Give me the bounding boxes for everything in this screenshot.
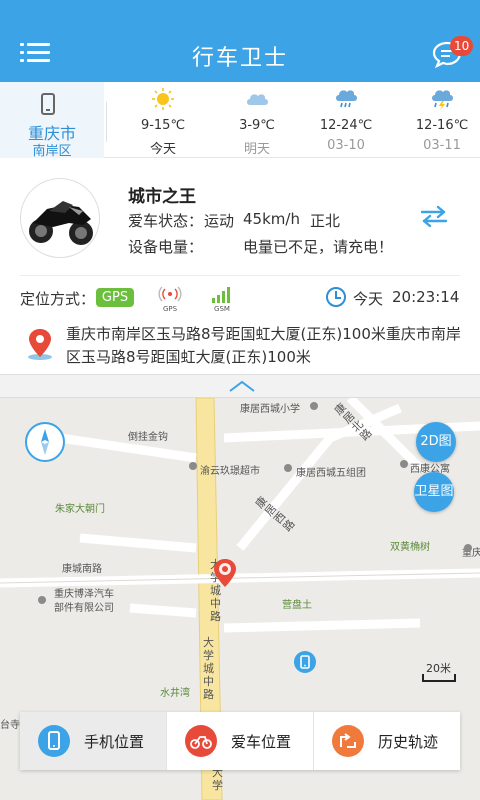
tab-label: 手机位置 [84,733,145,751]
weather-temp: 3-9℃ [239,118,275,133]
tab-label: 爱车位置 [231,733,292,751]
status-label: 爱车状态： [128,212,204,230]
city-selector[interactable]: 重庆市 南岸区 [0,82,104,159]
car-avatar[interactable] [20,178,100,258]
motorcycle-image [29,201,93,245]
location-time: 20:23:14 [392,288,460,306]
tab-history-track[interactable]: 历史轨迹 [314,712,460,770]
weather-temp: 12-24℃ [319,118,373,133]
gsm-signal-label: GSM [214,305,230,313]
compass-icon[interactable] [25,422,65,462]
tab-label: 历史轨迹 [378,733,439,751]
weather-day-4: 12-16℃ 03-11 [397,82,480,158]
battery-label: 设备电量： [128,238,204,256]
phone-icon [41,93,55,115]
status-mode: 运动 [204,212,235,230]
motorcycle-icon [185,725,217,757]
location-address: 重庆市南岸区玉马路8号距国虹大厦(正东)100米重庆市南岸区玉马路8号距国虹大厦… [66,325,461,366]
weather-date: 明天 [243,142,270,157]
weather-temp: 9-15℃ [140,118,186,133]
cloud-rain-icon [336,90,357,108]
direction-value: 正北 [310,212,341,230]
chevron-up-icon [229,380,255,392]
message-badge: 10 [450,36,474,56]
history-icon [332,725,364,757]
app-header: 行车卫士 10 [0,0,480,82]
weather-date: 03-11 [423,138,461,153]
map-2d-button[interactable]: 2D图 [416,422,456,462]
swap-icon[interactable] [420,205,448,227]
location-mode-label: 定位方式： [20,290,96,308]
weather-strip: 重庆市 南岸区 9-15℃ 今天 3-9℃ 明天 12-24℃ 03-10 12… [0,82,480,159]
location-pin-icon [28,329,52,360]
car-location-marker[interactable] [212,558,238,588]
divider [20,275,460,276]
sun-icon [152,88,174,110]
gsm-signal-icon: GSM [210,285,234,315]
gps-signal-icon: GPS [158,285,182,315]
battery-warning: 电量已不足，请充电！ [243,238,394,256]
weather-day-tomorrow: 3-9℃ 明天 [212,82,302,158]
page-title: 行车卫士 [191,46,288,71]
district-name: 南岸区 [32,144,72,159]
map-scale-bar [422,674,456,682]
car-name: 城市之王 [128,187,196,207]
map-scale: 20米 [422,660,456,682]
tab-car-location[interactable]: 爱车位置 [167,712,313,770]
car-info-card: 城市之王 爱车状态： 运动 45km/h 正北 设备电量： 电量已不足，请充电！… [0,160,480,374]
weather-day-3: 12-24℃ 03-10 [301,82,391,158]
weather-day-today: 9-15℃ 今天 [118,82,208,158]
tab-phone-location[interactable]: 手机位置 [20,712,166,770]
map-satellite-button[interactable]: 卫星图 [414,472,454,512]
weather-date: 今天 [149,142,176,157]
divider [106,102,107,142]
phone-location-marker[interactable] [293,650,317,676]
cloud-icon [247,94,268,105]
bottom-tab-bar: 手机位置 爱车位置 历史轨迹 [20,712,460,770]
clock-icon [326,287,346,307]
weather-temp: 12-16℃ [415,118,469,133]
weather-date: 03-10 [327,138,365,153]
thunderstorm-icon [432,90,453,110]
phone-icon [38,725,70,757]
collapse-handle[interactable] [0,374,480,398]
location-date: 今天 [353,290,384,308]
gps-badge: GPS [96,288,134,307]
speed-value: 45km/h [243,210,300,228]
gps-signal-label: GPS [162,305,178,313]
